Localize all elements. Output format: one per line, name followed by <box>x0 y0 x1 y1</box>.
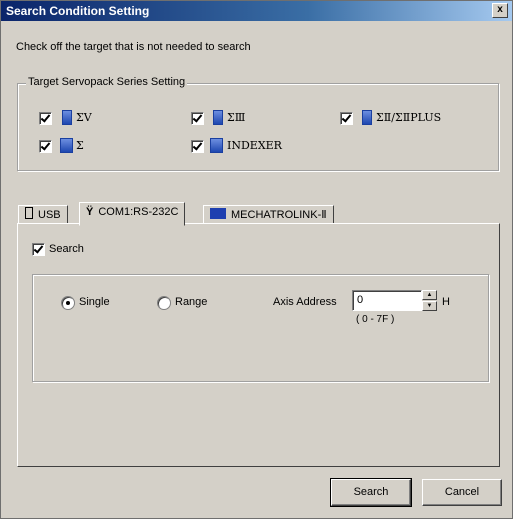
tab-mechatrolink-label: MECHATROLINK-Ⅱ <box>231 209 327 221</box>
cancel-button[interactable]: Cancel <box>422 479 502 506</box>
spin-up-icon[interactable]: ▲ <box>422 290 437 300</box>
serial-plug-icon: Ÿ <box>86 206 94 218</box>
network-icon <box>210 208 226 219</box>
tab-mechatrolink[interactable]: MECHATROLINK-Ⅱ <box>203 205 334 225</box>
series-checkbox-sigma[interactable] <box>39 140 52 153</box>
series-label-sigma-v: ΣV <box>76 111 92 124</box>
axis-address-range-hint: ( 0 - 7F ) <box>356 314 395 325</box>
search-button[interactable]: Search <box>330 478 412 507</box>
axis-address-label: Axis Address <box>273 296 337 308</box>
window-title: Search Condition Setting <box>6 4 150 18</box>
series-checkbox-sigma-v[interactable] <box>39 112 52 125</box>
servopack-icon <box>213 110 223 125</box>
servopack-icon <box>60 138 73 153</box>
series-checkbox-sigma-iii[interactable] <box>191 112 204 125</box>
com1-tab-panel: Search Single Range Axis Address 0 ▲ ▼ H… <box>17 223 500 467</box>
servopack-icon <box>62 110 72 125</box>
close-button[interactable]: x <box>492 3 508 18</box>
tab-usb-label: USB <box>38 209 61 221</box>
axis-address-input[interactable]: 0 <box>352 290 422 311</box>
usb-icon <box>25 207 33 219</box>
tab-com1-label: COM1:RS-232C <box>98 206 179 218</box>
target-series-group-label: Target Servopack Series Setting <box>26 76 188 88</box>
series-label-sigma-ii-plus: ΣⅡ/ΣⅡPLUS <box>376 111 442 124</box>
series-label-sigma: Σ <box>76 139 84 152</box>
axis-address-spinner[interactable]: ▲ ▼ <box>422 290 437 311</box>
instruction-text: Check off the target that is not needed … <box>16 41 251 53</box>
single-radio-label: Single <box>79 296 110 308</box>
series-label-indexer: INDEXER <box>227 139 282 152</box>
indexer-icon <box>210 138 223 153</box>
spin-down-icon[interactable]: ▼ <box>422 301 437 311</box>
single-radio[interactable] <box>61 296 75 310</box>
search-checkbox-label: Search <box>49 243 84 255</box>
series-checkbox-indexer[interactable] <box>191 140 204 153</box>
address-group: Single Range Axis Address 0 ▲ ▼ H ( 0 - … <box>32 274 489 382</box>
range-radio-label: Range <box>175 296 208 308</box>
tab-usb[interactable]: USB <box>18 205 68 225</box>
axis-address-value: 0 <box>357 294 364 306</box>
series-checkbox-sigma-ii-plus[interactable] <box>340 112 353 125</box>
range-radio[interactable] <box>157 296 171 310</box>
axis-address-unit: H <box>442 296 450 308</box>
target-series-group: Target Servopack Series Setting ΣV ΣⅢ ΣⅡ… <box>17 76 499 171</box>
tab-com1[interactable]: Ÿ COM1:RS-232C <box>79 202 186 226</box>
series-label-sigma-iii: ΣⅢ <box>227 111 246 124</box>
search-checkbox[interactable] <box>32 243 45 256</box>
dialog-window: Search Condition Setting x Check off the… <box>0 0 513 519</box>
title-bar[interactable]: Search Condition Setting x <box>1 1 512 21</box>
servopack-icon <box>362 110 372 125</box>
